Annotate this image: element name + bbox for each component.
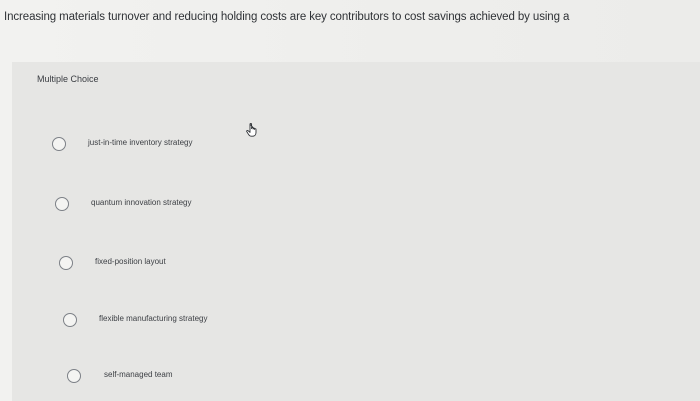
option-label: fixed-position layout — [95, 257, 166, 266]
quiz-page: Increasing materials turnover and reduci… — [0, 0, 700, 401]
radio-button[interactable] — [59, 256, 73, 270]
hand-pointer-icon — [246, 123, 257, 137]
radio-button[interactable] — [55, 197, 69, 211]
option-fixed-position[interactable]: fixed-position layout — [59, 256, 359, 280]
option-just-in-time[interactable]: just-in-time inventory strategy — [52, 137, 352, 161]
option-self-managed-team[interactable]: self-managed team — [67, 369, 367, 393]
option-label: flexible manufacturing strategy — [99, 314, 208, 323]
option-label: quantum innovation strategy — [91, 198, 192, 207]
radio-button[interactable] — [52, 137, 66, 151]
option-flexible-manufacturing[interactable]: flexible manufacturing strategy — [63, 313, 363, 337]
option-quantum-innovation[interactable]: quantum innovation strategy — [55, 197, 355, 221]
multiple-choice-label: Multiple Choice — [37, 74, 99, 84]
question-text: Increasing materials turnover and reduci… — [4, 11, 570, 23]
option-label: self-managed team — [104, 370, 173, 379]
multiple-choice-panel — [12, 62, 700, 401]
option-label: just-in-time inventory strategy — [88, 138, 193, 147]
radio-button[interactable] — [67, 369, 81, 383]
radio-button[interactable] — [63, 313, 77, 327]
